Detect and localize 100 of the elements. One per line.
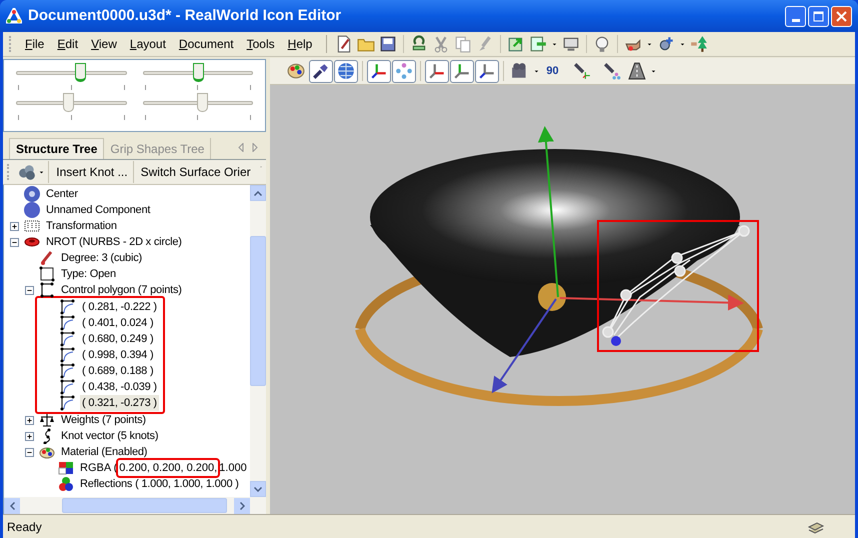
menu-item[interactable]: View bbox=[85, 35, 123, 53]
tree-item[interactable]: Control polygon (7 points) bbox=[59, 282, 184, 298]
tree-item[interactable]: Type: Open bbox=[59, 266, 118, 282]
maximize-icon bbox=[813, 10, 824, 22]
expander[interactable] bbox=[24, 286, 34, 294]
menu-item[interactable]: Document bbox=[172, 35, 240, 53]
color-squares-icon bbox=[58, 460, 74, 476]
menu-item[interactable]: Help bbox=[282, 35, 318, 53]
tool-button[interactable] bbox=[367, 60, 391, 82]
tree-item[interactable]: Degree: 3 (cubic) bbox=[59, 250, 144, 266]
axes-icon bbox=[370, 62, 388, 80]
nodes-icon bbox=[395, 62, 413, 80]
cloud-shape-icon bbox=[18, 163, 36, 181]
expander[interactable] bbox=[10, 222, 18, 230]
menu-item[interactable]: Tools bbox=[240, 35, 281, 53]
close-icon bbox=[836, 10, 847, 22]
road-icon bbox=[628, 62, 646, 80]
caret-icon bbox=[551, 40, 558, 48]
caret-icon bbox=[646, 40, 654, 48]
tree-item[interactable]: NROT (NURBS - 2D x circle) bbox=[44, 234, 184, 250]
tree-item[interactable]: Knot vector (5 knots) bbox=[59, 428, 160, 444]
menu-item[interactable]: Layout bbox=[124, 35, 172, 53]
axes-icon bbox=[453, 62, 471, 80]
color-spheres-icon bbox=[58, 476, 74, 492]
palette-icon bbox=[287, 62, 305, 80]
tree-item[interactable]: Center bbox=[44, 186, 80, 202]
tree-item[interactable]: ( 0.281, -0.222 ) bbox=[80, 298, 159, 316]
curve-point-icon bbox=[60, 315, 76, 331]
tree-item[interactable]: ( 0.401, 0.024 ) bbox=[80, 314, 156, 332]
plus-icon bbox=[26, 432, 32, 440]
status-text: Ready bbox=[7, 518, 43, 536]
plus-icon bbox=[10, 222, 18, 230]
curve-point-icon bbox=[60, 299, 76, 315]
scroll-right-button[interactable] bbox=[234, 498, 250, 514]
curve-point-icon bbox=[60, 395, 76, 411]
tree-item[interactable]: ( 0.680, 0.249 ) bbox=[80, 330, 156, 348]
frame-icon bbox=[39, 266, 55, 282]
scroll-thumb[interactable] bbox=[62, 498, 227, 513]
tree-item[interactable]: ( 0.321, -0.273 ) bbox=[80, 394, 159, 412]
outlined-value: 0.200, 0.200, 0.200, bbox=[118, 460, 218, 476]
tool-button[interactable]: 90 bbox=[541, 60, 564, 82]
maximize-button[interactable] bbox=[808, 6, 829, 26]
tree-icon[interactable] bbox=[690, 35, 708, 53]
grid-icon bbox=[24, 218, 40, 234]
monitor-icon[interactable] bbox=[562, 35, 580, 53]
caret-icon bbox=[650, 68, 657, 74]
tree-item[interactable]: ( 0.438, -0.039 ) bbox=[80, 378, 159, 396]
axes-icon bbox=[428, 62, 446, 80]
gear-icon[interactable] bbox=[657, 35, 676, 53]
tab[interactable]: Structure Tree bbox=[9, 138, 104, 159]
scroll-thumb[interactable] bbox=[250, 236, 266, 386]
polygon-icon bbox=[39, 282, 55, 298]
toolbar-button[interactable]: Insert Knot ... bbox=[51, 161, 134, 183]
page-arrow-icon[interactable] bbox=[529, 35, 548, 53]
scroll-left-button[interactable] bbox=[4, 498, 20, 514]
tree-item[interactable]: ( 0.689, 0.188 ) bbox=[80, 362, 156, 380]
horizontal-scrollbar[interactable] bbox=[3, 497, 266, 514]
tool-button[interactable] bbox=[475, 60, 499, 82]
tree-item[interactable]: ( 0.998, 0.394 ) bbox=[80, 346, 156, 364]
curve-point-icon bbox=[60, 363, 76, 379]
expander[interactable] bbox=[24, 416, 34, 424]
save-icon[interactable] bbox=[379, 35, 398, 53]
thermometer-icon bbox=[39, 250, 55, 266]
plus-icon bbox=[26, 416, 32, 424]
caret-icon bbox=[533, 68, 540, 74]
tree-item[interactable]: Weights (7 points) bbox=[59, 412, 148, 428]
scroll-down-button[interactable] bbox=[250, 481, 266, 497]
scales-icon bbox=[39, 412, 55, 428]
scroll-up-button[interactable] bbox=[250, 185, 266, 201]
curve-point-icon bbox=[60, 379, 76, 395]
ring-icon bbox=[24, 186, 40, 202]
menu-item[interactable]: Edit bbox=[51, 35, 84, 53]
menu-item[interactable]: File bbox=[19, 35, 50, 53]
tree-item[interactable]: Unnamed Component bbox=[44, 202, 152, 218]
globe-icon bbox=[337, 62, 355, 80]
tree-item[interactable]: Reflections ( 1.000, 1.000, 1.000 ) bbox=[78, 476, 241, 492]
axes-icon bbox=[478, 62, 496, 80]
pointer-nodes-icon bbox=[603, 62, 621, 80]
caret-icon bbox=[38, 168, 46, 176]
tree-item[interactable]: Material (Enabled) bbox=[59, 444, 150, 460]
curve-point-icon bbox=[60, 347, 76, 363]
pointer-axes-icon bbox=[573, 62, 591, 80]
expander[interactable] bbox=[24, 432, 34, 440]
flashlight-icon bbox=[312, 62, 330, 80]
3d-viewport[interactable] bbox=[270, 85, 855, 514]
toolbar-button[interactable]: Switch Surface Orier bbox=[136, 161, 256, 183]
circle-icon bbox=[24, 202, 40, 218]
expander[interactable] bbox=[10, 238, 18, 246]
tree-label: 1.000 bbox=[218, 460, 248, 476]
curve-point-icon bbox=[60, 331, 76, 347]
tool-button[interactable] bbox=[425, 60, 449, 82]
window-title: Document0000.u3d* - RealWorld Icon Editor bbox=[28, 6, 342, 26]
close-button[interactable] bbox=[831, 6, 852, 26]
minimize-icon bbox=[792, 18, 800, 22]
caret-icon bbox=[679, 40, 686, 48]
tree-item[interactable]: Transformation bbox=[44, 218, 119, 234]
tool-button[interactable] bbox=[309, 60, 333, 82]
vertical-scrollbar[interactable] bbox=[250, 185, 266, 497]
minimize-button[interactable] bbox=[785, 6, 806, 26]
expander[interactable] bbox=[24, 448, 34, 456]
